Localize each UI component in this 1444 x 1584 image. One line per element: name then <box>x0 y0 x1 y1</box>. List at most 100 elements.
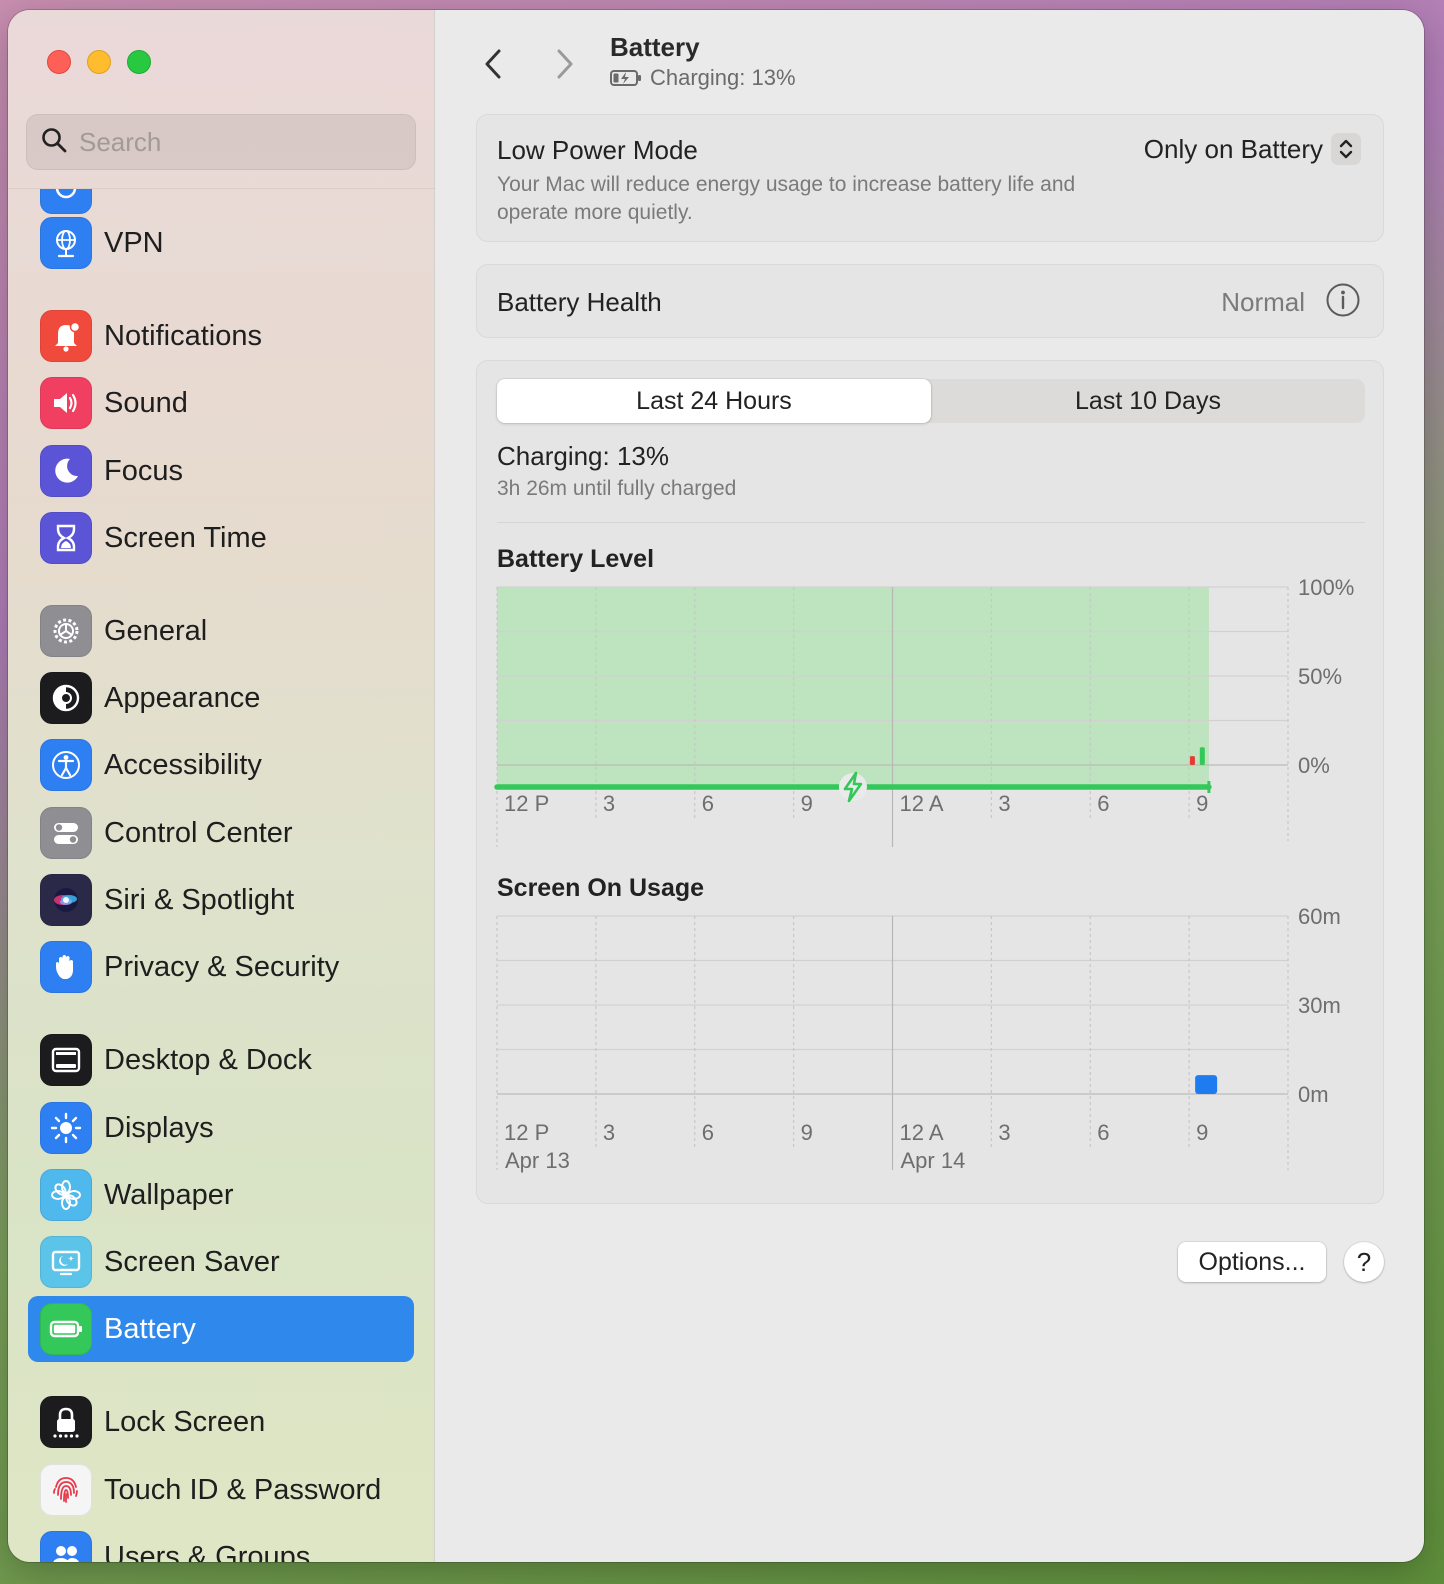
search-icon <box>41 127 67 158</box>
chevron-left-icon <box>485 49 501 79</box>
sidebar-item-lock-screen[interactable]: Lock Screen <box>28 1389 414 1455</box>
y-tick-label: 60m <box>1298 904 1341 929</box>
battery-health-label: Battery Health <box>497 287 662 317</box>
close-window-button[interactable] <box>47 50 71 74</box>
y-tick-label: 50% <box>1298 664 1342 689</box>
sidebar-item-label: Displays <box>104 1111 214 1144</box>
sidebar-item-label: Users & Groups <box>104 1540 311 1563</box>
usage-bar <box>1195 1075 1218 1094</box>
sidebar-item-touch-id-and-password[interactable]: Touch ID & Password <box>28 1457 414 1523</box>
sidebar-item-label: Touch ID & Password <box>104 1473 382 1506</box>
screen-saver-icon <box>40 1236 92 1288</box>
sidebar-item-label: Screen Saver <box>104 1245 280 1278</box>
sidebar-item-label: Focus <box>104 454 183 487</box>
low-power-mode-select[interactable]: Only on Battery <box>1144 133 1361 165</box>
sidebar: VPN Notifications Sound Focus Screen Time Gen… <box>8 10 435 1562</box>
page-title: Battery <box>610 32 700 62</box>
sidebar-item-label: Wallpaper <box>104 1178 234 1211</box>
hand-icon <box>40 941 92 993</box>
users-icon <box>40 1531 92 1562</box>
gear-icon <box>40 605 92 657</box>
search-field[interactable] <box>26 114 416 170</box>
sidebar-item-label: Siri & Spotlight <box>104 883 295 916</box>
battery-icon <box>40 1303 92 1355</box>
battery-level-chart: 12 P 3 6 9 12 A 3 6 9 100% 50% 0% <box>494 575 1354 847</box>
sidebar-item-notifications[interactable]: Notifications <box>28 303 414 369</box>
accessibility-icon <box>40 739 92 791</box>
toggles-icon <box>40 807 92 859</box>
dock-icon <box>40 1034 92 1086</box>
sidebar-item-privacy-and-security[interactable]: Privacy & Security <box>28 934 414 1000</box>
x-tick-label: 9 <box>1196 1120 1208 1145</box>
sidebar-item-siri-and-spotlight[interactable]: Siri & Spotlight <box>28 867 414 933</box>
sidebar-item-label: Accessibility <box>104 748 262 781</box>
tab-last-10-days[interactable]: Last 10 Days <box>931 379 1365 423</box>
sidebar-item-control-center[interactable]: Control Center <box>28 800 414 866</box>
charging-bolt-icon <box>838 771 867 803</box>
settings-window: VPN Notifications Sound Focus Screen Time Gen… <box>8 10 1424 1562</box>
sidebar-item-desktop-and-dock[interactable]: Desktop & Dock <box>28 1027 414 1093</box>
help-button[interactable]: ? <box>1344 1242 1384 1282</box>
appearance-icon <box>40 672 92 724</box>
x-tick-label: 12 A <box>900 1120 944 1145</box>
sidebar-item-screen-saver[interactable]: Screen Saver <box>28 1229 414 1295</box>
sidebar-item-label: Battery <box>104 1312 196 1345</box>
low-power-mode-value: Only on Battery <box>1143 133 1323 164</box>
sidebar-item-label: Control Center <box>104 816 293 849</box>
sidebar-item-wallpaper[interactable]: Wallpaper <box>28 1162 414 1228</box>
sidebar-item-users-and-groups[interactable]: Users & Groups <box>28 1524 414 1562</box>
battery-charging-icon <box>610 70 641 86</box>
battery-health-card: Battery Health Normal <box>476 264 1384 338</box>
forward-button[interactable] <box>544 44 584 84</box>
sidebar-item-label: Desktop & Dock <box>104 1043 312 1076</box>
options-button[interactable]: Options... <box>1178 1242 1326 1282</box>
sidebar-item-label: Privacy & Security <box>104 950 340 983</box>
y-tick-label: 30m <box>1298 993 1341 1018</box>
date-label: Apr 13 <box>505 1148 570 1173</box>
minimize-window-button[interactable] <box>87 50 111 74</box>
search-input[interactable] <box>79 126 379 158</box>
hourglass-icon <box>40 512 92 564</box>
charging-shaded-area <box>497 587 1209 785</box>
x-tick-label: 12 P <box>504 1120 549 1145</box>
y-tick-label: 0% <box>1298 753 1330 778</box>
sidebar-item-label: Sound <box>104 386 188 419</box>
sidebar-item-vpn[interactable]: VPN <box>28 210 414 276</box>
time-range-segmented-control: Last 24 Hours Last 10 Days <box>497 379 1365 423</box>
battery-health-value: Normal <box>1221 287 1305 317</box>
chevron-right-icon <box>557 49 573 79</box>
x-tick-label: 12 A <box>900 791 944 816</box>
battery-level-bar <box>1189 756 1195 765</box>
sidebar-item-battery[interactable]: Battery <box>28 1296 414 1362</box>
page-subtitle: Charging: 13% <box>610 65 796 91</box>
charging-title: Charging: 13% <box>497 441 669 471</box>
x-tick-label: 3 <box>603 791 615 816</box>
sidebar-item-general[interactable]: General <box>28 598 414 664</box>
y-tick-label: 0m <box>1298 1082 1329 1107</box>
back-button[interactable] <box>474 44 514 84</box>
sidebar-item-displays[interactable]: Displays <box>28 1095 414 1161</box>
sidebar-item-accessibility[interactable]: Accessibility <box>28 732 414 798</box>
x-tick-label: 6 <box>702 791 714 816</box>
tab-last-24-hours[interactable]: Last 24 Hours <box>497 379 931 423</box>
battery-level-bar <box>1199 747 1205 765</box>
sidebar-list: VPN Notifications Sound Focus Screen Time Gen… <box>8 188 435 1562</box>
lock-icon <box>40 1396 92 1448</box>
sidebar-item-label: VPN <box>104 226 164 259</box>
updown-chevron-icon <box>1331 133 1361 165</box>
sidebar-item-label: Lock Screen <box>104 1405 266 1438</box>
x-tick-label: 3 <box>998 1120 1010 1145</box>
info-icon[interactable] <box>1325 282 1361 318</box>
x-tick-label: 6 <box>702 1120 714 1145</box>
sidebar-item-screen-time[interactable]: Screen Time <box>28 505 414 571</box>
moon-icon <box>40 445 92 497</box>
sidebar-item-focus[interactable]: Focus <box>28 438 414 504</box>
zoom-window-button[interactable] <box>127 50 151 74</box>
x-tick-label: 3 <box>603 1120 615 1145</box>
sidebar-item-label: General <box>104 614 208 647</box>
sidebar-item-sound[interactable]: Sound <box>28 370 414 436</box>
screen-on-usage-chart: 12 P 3 6 9 12 A 3 6 9 60m 30m 0m Apr 13 Apr 14 <box>496 904 1341 1173</box>
sidebar-item-appearance[interactable]: Appearance <box>28 665 414 731</box>
window-controls <box>47 50 151 74</box>
charging-time-remaining: 3h 26m until fully charged <box>497 477 737 500</box>
